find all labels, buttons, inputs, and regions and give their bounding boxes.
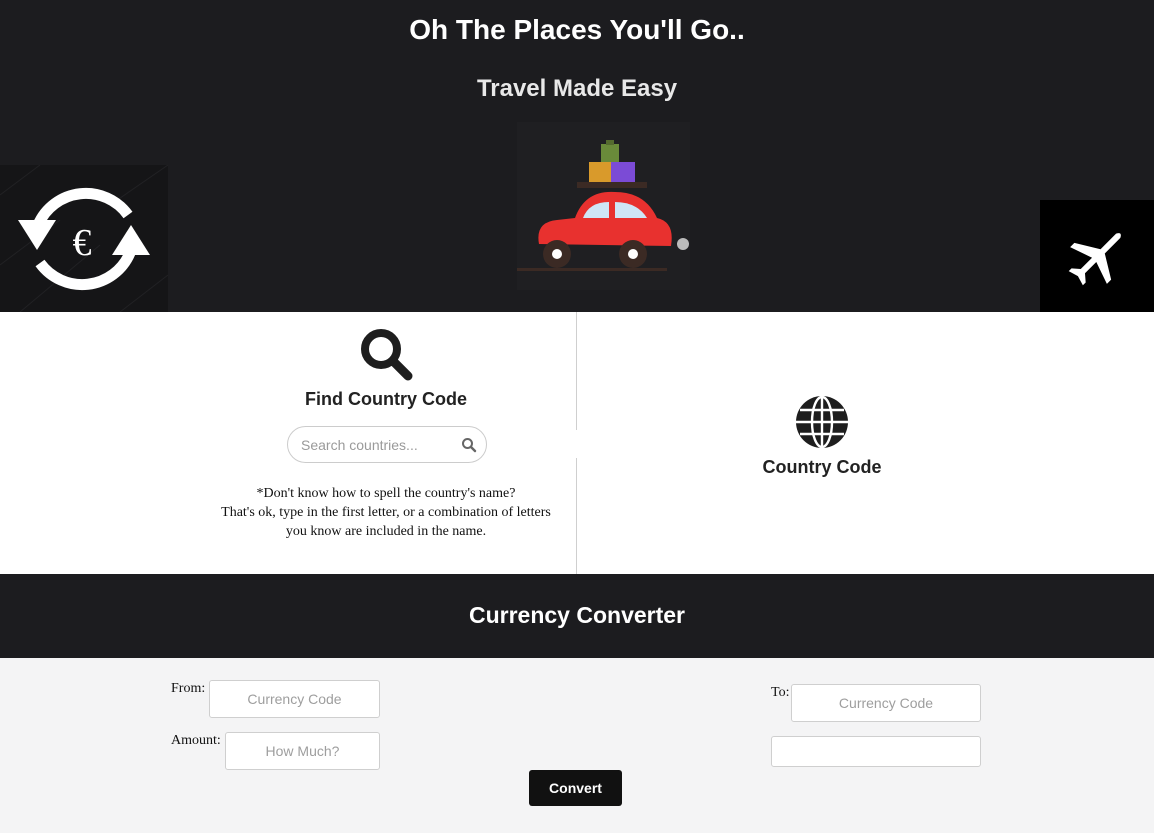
country-search-input[interactable] xyxy=(301,435,456,455)
from-label: From: xyxy=(171,681,206,696)
car-with-luggage-illustration xyxy=(517,122,690,290)
hint-line: *Don't know how to spell the country's n… xyxy=(256,486,516,501)
svg-text:€: € xyxy=(73,222,92,264)
hint-line: That's ok, type in the first letter, or … xyxy=(221,505,551,520)
amount-input[interactable] xyxy=(225,732,380,770)
currency-exchange-euro-icon: € xyxy=(0,164,169,313)
amount-label: Amount: xyxy=(171,733,221,748)
currency-converter-title: Currency Converter xyxy=(468,602,686,628)
country-code-title: Country Code xyxy=(762,457,882,477)
hint-line: you know are included in the name. xyxy=(285,524,487,539)
find-country-code-title: Find Country Code xyxy=(305,389,467,409)
conversion-result-field[interactable] xyxy=(771,736,981,767)
to-label: To: xyxy=(771,685,790,700)
country-search-box[interactable] xyxy=(287,426,487,463)
currency-converter-form: From: Amount: To: Convert xyxy=(0,658,1154,833)
search-icon xyxy=(361,329,413,381)
to-currency-input[interactable] xyxy=(791,684,981,722)
search-icon[interactable] xyxy=(461,437,477,453)
hero-header: Oh The Places You'll Go.. Travel Made Ea… xyxy=(0,0,1154,313)
search-hint: *Don't know how to spell the country's n… xyxy=(186,484,586,541)
from-currency-input[interactable] xyxy=(209,680,380,718)
page-subtitle: Travel Made Easy xyxy=(476,75,678,102)
country-code-section: Find Country Code *Don't know how to spe… xyxy=(0,312,1154,574)
globe-icon xyxy=(796,395,848,449)
airplane-icon xyxy=(1040,200,1154,312)
page-title: Oh The Places You'll Go.. xyxy=(409,14,745,45)
currency-converter-header: Currency Converter xyxy=(0,574,1154,658)
convert-button[interactable]: Convert xyxy=(529,770,622,806)
column-divider xyxy=(576,312,577,430)
